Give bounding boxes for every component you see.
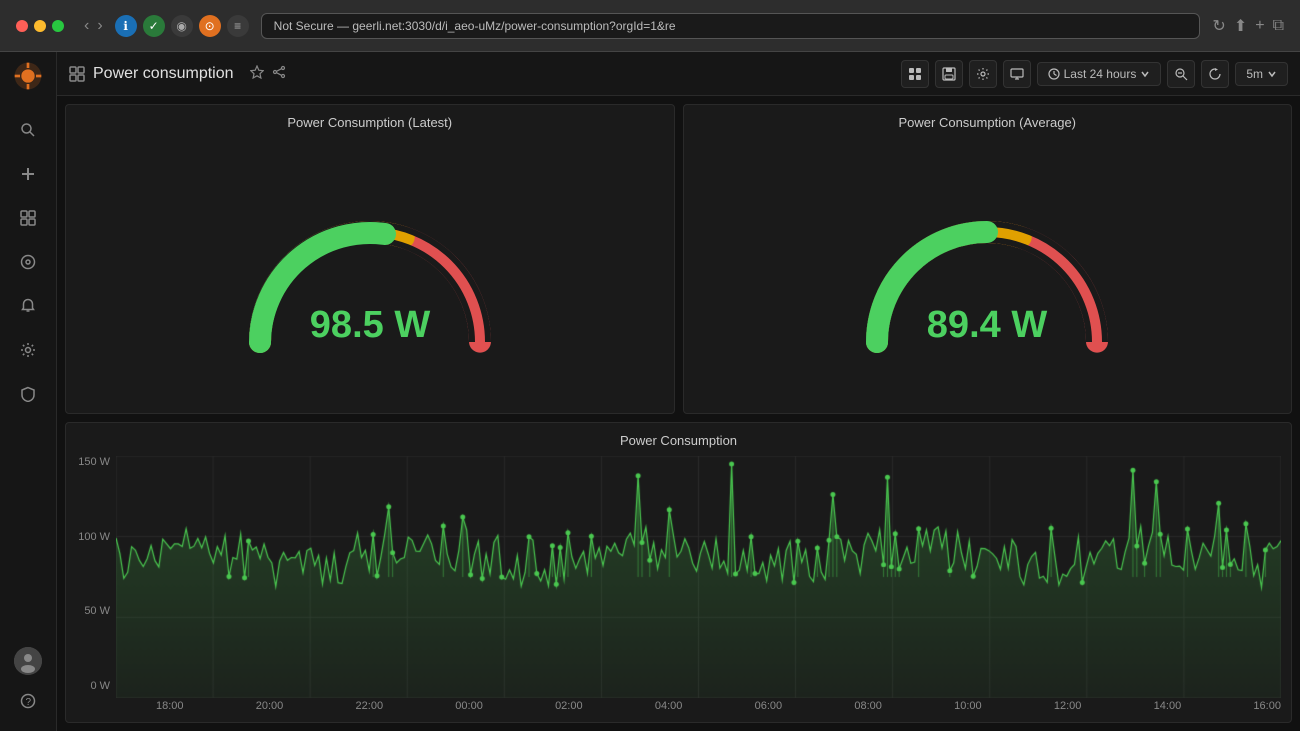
- page-title: Power consumption: [93, 65, 234, 83]
- sidebar: ?: [0, 52, 57, 731]
- tv-mode-button[interactable]: [1003, 60, 1031, 88]
- x-label-08: 08:00: [854, 700, 882, 712]
- browser-extension-icons: ℹ ✓ ◉ ⊙ ≡: [115, 15, 249, 37]
- sidebar-item-dashboards[interactable]: [8, 198, 48, 238]
- sidebar-item-settings[interactable]: [8, 330, 48, 370]
- y-label-100: 100 W: [78, 531, 110, 543]
- topbar: Power consumption: [57, 52, 1300, 96]
- x-label-16: 16:00: [1253, 700, 1281, 712]
- gauge-latest-container: 98.5 W: [76, 130, 664, 413]
- svg-text:89.4 W: 89.4 W: [927, 304, 1048, 346]
- sidebar-item-add[interactable]: [8, 154, 48, 194]
- dashboard-icon: [69, 66, 85, 82]
- y-label-50: 50 W: [84, 605, 110, 617]
- ext-icon-4: ⊙: [199, 15, 221, 37]
- chart-panel: Power Consumption 150 W 100 W 50 W 0 W 1…: [65, 422, 1292, 723]
- dashboard: Power Consumption (Latest): [57, 96, 1300, 731]
- forward-button[interactable]: ›: [97, 17, 102, 35]
- browser-chrome: ‹ › ℹ ✓ ◉ ⊙ ≡ Not Secure — geerli.net:30…: [0, 0, 1300, 52]
- zoom-out-button[interactable]: [1167, 60, 1195, 88]
- power-chart-canvas: [116, 456, 1281, 698]
- x-axis: 18:00 20:00 22:00 00:00 02:00 04:00 06:0…: [116, 700, 1281, 712]
- y-axis: 150 W 100 W 50 W 0 W: [76, 456, 116, 712]
- x-label-00: 00:00: [455, 700, 483, 712]
- x-label-12: 12:00: [1054, 700, 1082, 712]
- gauge-average-svg: 89.4 W: [847, 162, 1127, 382]
- gauge-latest-panel: Power Consumption (Latest): [65, 104, 675, 414]
- gauge-latest-title: Power Consumption (Latest): [287, 115, 452, 130]
- close-button[interactable]: [16, 20, 28, 32]
- refresh-button[interactable]: [1201, 60, 1229, 88]
- gauge-average-container: 89.4 W: [694, 130, 1282, 413]
- topbar-actions: Last 24 hours: [901, 60, 1288, 88]
- address-bar[interactable]: Not Secure — geerli.net:3030/d/i_aeo-uMz…: [261, 13, 1201, 39]
- settings-button[interactable]: [969, 60, 997, 88]
- chevron-down-icon: [1140, 69, 1150, 79]
- save-button[interactable]: [935, 60, 963, 88]
- chart-canvas-area: [116, 456, 1281, 698]
- gauge-average-panel: Power Consumption (Average): [683, 104, 1293, 414]
- main-content: Power consumption: [57, 52, 1300, 731]
- x-label-06: 06:00: [755, 700, 783, 712]
- grafana-logo[interactable]: [12, 60, 44, 92]
- x-label-04: 04:00: [655, 700, 683, 712]
- refresh-interval-picker[interactable]: 5m: [1235, 62, 1288, 86]
- x-label-02: 02:00: [555, 700, 583, 712]
- gauge-average-title: Power Consumption (Average): [898, 115, 1076, 130]
- share-icon[interactable]: [272, 65, 286, 82]
- gauge-latest-svg: 98.5 W: [230, 162, 510, 382]
- svg-text:?: ?: [26, 697, 32, 708]
- ext-icon-5: ≡: [227, 15, 249, 37]
- sidebar-item-help[interactable]: ?: [8, 681, 48, 721]
- user-avatar[interactable]: [14, 647, 42, 675]
- sidebar-item-alerts[interactable]: [8, 286, 48, 326]
- y-label-0: 0 W: [90, 680, 110, 692]
- refresh-chevron-icon: [1267, 69, 1277, 79]
- sidebar-item-search[interactable]: [8, 110, 48, 150]
- chart-title: Power Consumption: [76, 433, 1281, 448]
- clock-icon: [1048, 68, 1060, 80]
- x-label-18: 18:00: [156, 700, 184, 712]
- sidebar-bottom: ?: [8, 647, 48, 723]
- svg-text:98.5 W: 98.5 W: [310, 304, 431, 346]
- x-label-22: 22:00: [356, 700, 384, 712]
- page-title-area: Power consumption: [69, 65, 234, 83]
- star-icon[interactable]: [250, 65, 264, 82]
- maximize-button[interactable]: [52, 20, 64, 32]
- ext-icon-2: ✓: [143, 15, 165, 37]
- traffic-lights: [16, 20, 64, 32]
- y-label-150: 150 W: [78, 456, 110, 468]
- x-label-14: 14:00: [1154, 700, 1182, 712]
- refresh-interval-label: 5m: [1246, 67, 1263, 81]
- x-label-10: 10:00: [954, 700, 982, 712]
- ext-icon-1: ℹ: [115, 15, 137, 37]
- tab-switcher-button[interactable]: ⧉: [1273, 16, 1284, 36]
- new-tab-button[interactable]: +: [1255, 16, 1264, 36]
- share-button[interactable]: ⬆: [1234, 16, 1247, 36]
- app: ? Power consumption: [0, 52, 1300, 731]
- time-range-label: Last 24 hours: [1064, 67, 1137, 81]
- nav-buttons: ‹ ›: [84, 17, 103, 35]
- minimize-button[interactable]: [34, 20, 46, 32]
- panel-layout-button[interactable]: [901, 60, 929, 88]
- ext-icon-3: ◉: [171, 15, 193, 37]
- reload-button[interactable]: ↻: [1212, 16, 1225, 36]
- sidebar-item-explore[interactable]: [8, 242, 48, 282]
- time-range-picker[interactable]: Last 24 hours: [1037, 62, 1162, 86]
- chart-area: 150 W 100 W 50 W 0 W 18:00 20:00 22:00: [76, 456, 1281, 712]
- x-label-20: 20:00: [256, 700, 284, 712]
- gauge-row: Power Consumption (Latest): [65, 104, 1292, 414]
- browser-actions: ↻ ⬆ + ⧉: [1212, 16, 1284, 36]
- back-button[interactable]: ‹: [84, 17, 89, 35]
- sidebar-item-shield[interactable]: [8, 374, 48, 414]
